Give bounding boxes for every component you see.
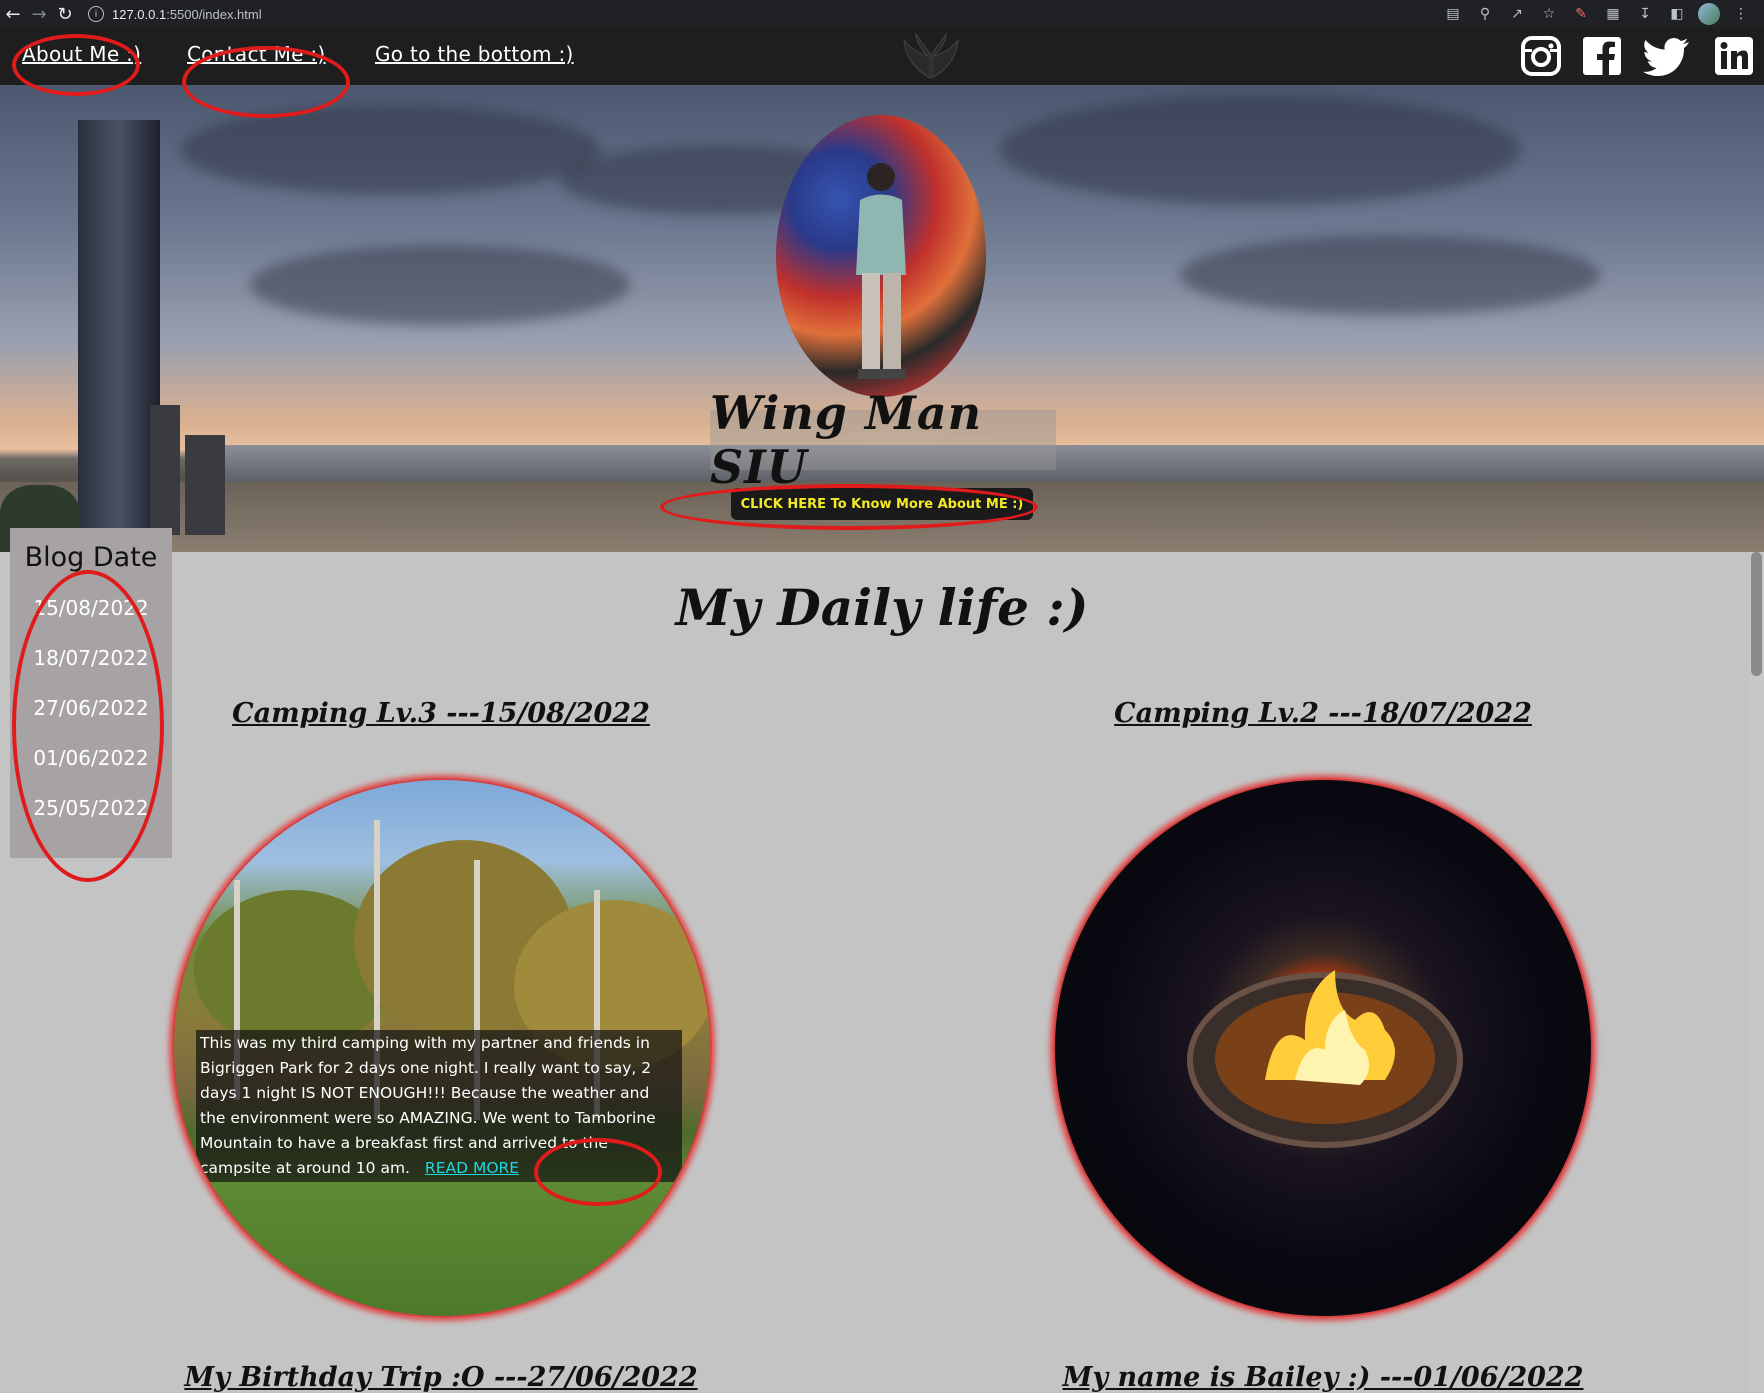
address-bar[interactable]: i 127.0.0.1 :5500/index.html [88, 3, 1368, 25]
hero-name: Wing Man SIU [710, 386, 1056, 494]
annotation-circle [12, 34, 140, 96]
wings-logo-icon[interactable] [900, 32, 962, 82]
side-panel-icon[interactable]: ◧ [1666, 3, 1688, 25]
browser-toolbar: ← → ↻ i 127.0.0.1 :5500/index.html ▤ ⚲ ↗… [0, 0, 1764, 28]
instagram-icon[interactable] [1521, 36, 1561, 76]
post-title[interactable]: Camping Lv.2 ---18/07/2022 [1023, 698, 1623, 729]
annotation-circle [660, 484, 1038, 530]
annotation-circle [534, 1138, 662, 1206]
cloud [180, 105, 600, 195]
person-figure [856, 163, 906, 379]
cloud [1000, 95, 1520, 205]
back-icon[interactable]: ← [0, 0, 26, 28]
sidebar-title: Blog Date [24, 542, 158, 573]
post-image-camping-lv3[interactable]: This was my third camping with my partne… [172, 778, 712, 1318]
translate-icon[interactable]: ▤ [1442, 3, 1464, 25]
cloud [250, 245, 630, 325]
hero-banner: Wing Man SIU CLICK HERE To Know More Abo… [0, 85, 1764, 552]
menu-kebab-icon[interactable]: ⋮ [1730, 3, 1752, 25]
read-more-link[interactable]: READ MORE [425, 1159, 519, 1177]
post-title[interactable]: My Birthday Trip :O ---27/06/2022 [141, 1362, 741, 1393]
site-info-icon[interactable]: i [88, 6, 104, 22]
linkedin-icon[interactable] [1714, 36, 1754, 76]
profile-avatar[interactable] [1698, 3, 1720, 25]
pen-extension-icon[interactable]: ✎ [1570, 3, 1592, 25]
download-icon[interactable]: ↧ [1634, 3, 1656, 25]
url-host: 127.0.0.1 [112, 6, 167, 22]
reload-icon[interactable]: ↻ [52, 0, 78, 28]
annotation-circle [182, 46, 350, 118]
zoom-icon[interactable]: ⚲ [1474, 3, 1496, 25]
twitter-icon[interactable] [1643, 36, 1691, 76]
scrollbar-thumb[interactable] [1751, 552, 1762, 676]
bookmark-star-icon[interactable]: ☆ [1538, 3, 1560, 25]
annotation-circle [12, 570, 164, 882]
extensions-puzzle-icon[interactable]: ▦ [1602, 3, 1624, 25]
post-image-camping-lv2[interactable] [1053, 778, 1593, 1318]
profile-portrait [776, 115, 986, 397]
building [150, 405, 180, 535]
post-title[interactable]: My name is Bailey :) ---01/06/2022 [1023, 1362, 1623, 1393]
cloud [1180, 235, 1600, 315]
page-scrollbar[interactable] [1749, 552, 1764, 1392]
page-title: My Daily life :) [675, 578, 1089, 637]
facebook-icon[interactable] [1582, 36, 1622, 76]
building [185, 435, 225, 535]
post-title[interactable]: Camping Lv.3 ---15/08/2022 [141, 698, 741, 729]
share-icon[interactable]: ↗ [1506, 3, 1528, 25]
forward-icon[interactable]: → [26, 0, 52, 28]
skyscraper [78, 120, 160, 530]
url-path: :5500/index.html [166, 6, 262, 22]
fire-pit [1187, 970, 1463, 1148]
nav-bottom-link[interactable]: Go to the bottom :) [375, 42, 574, 66]
